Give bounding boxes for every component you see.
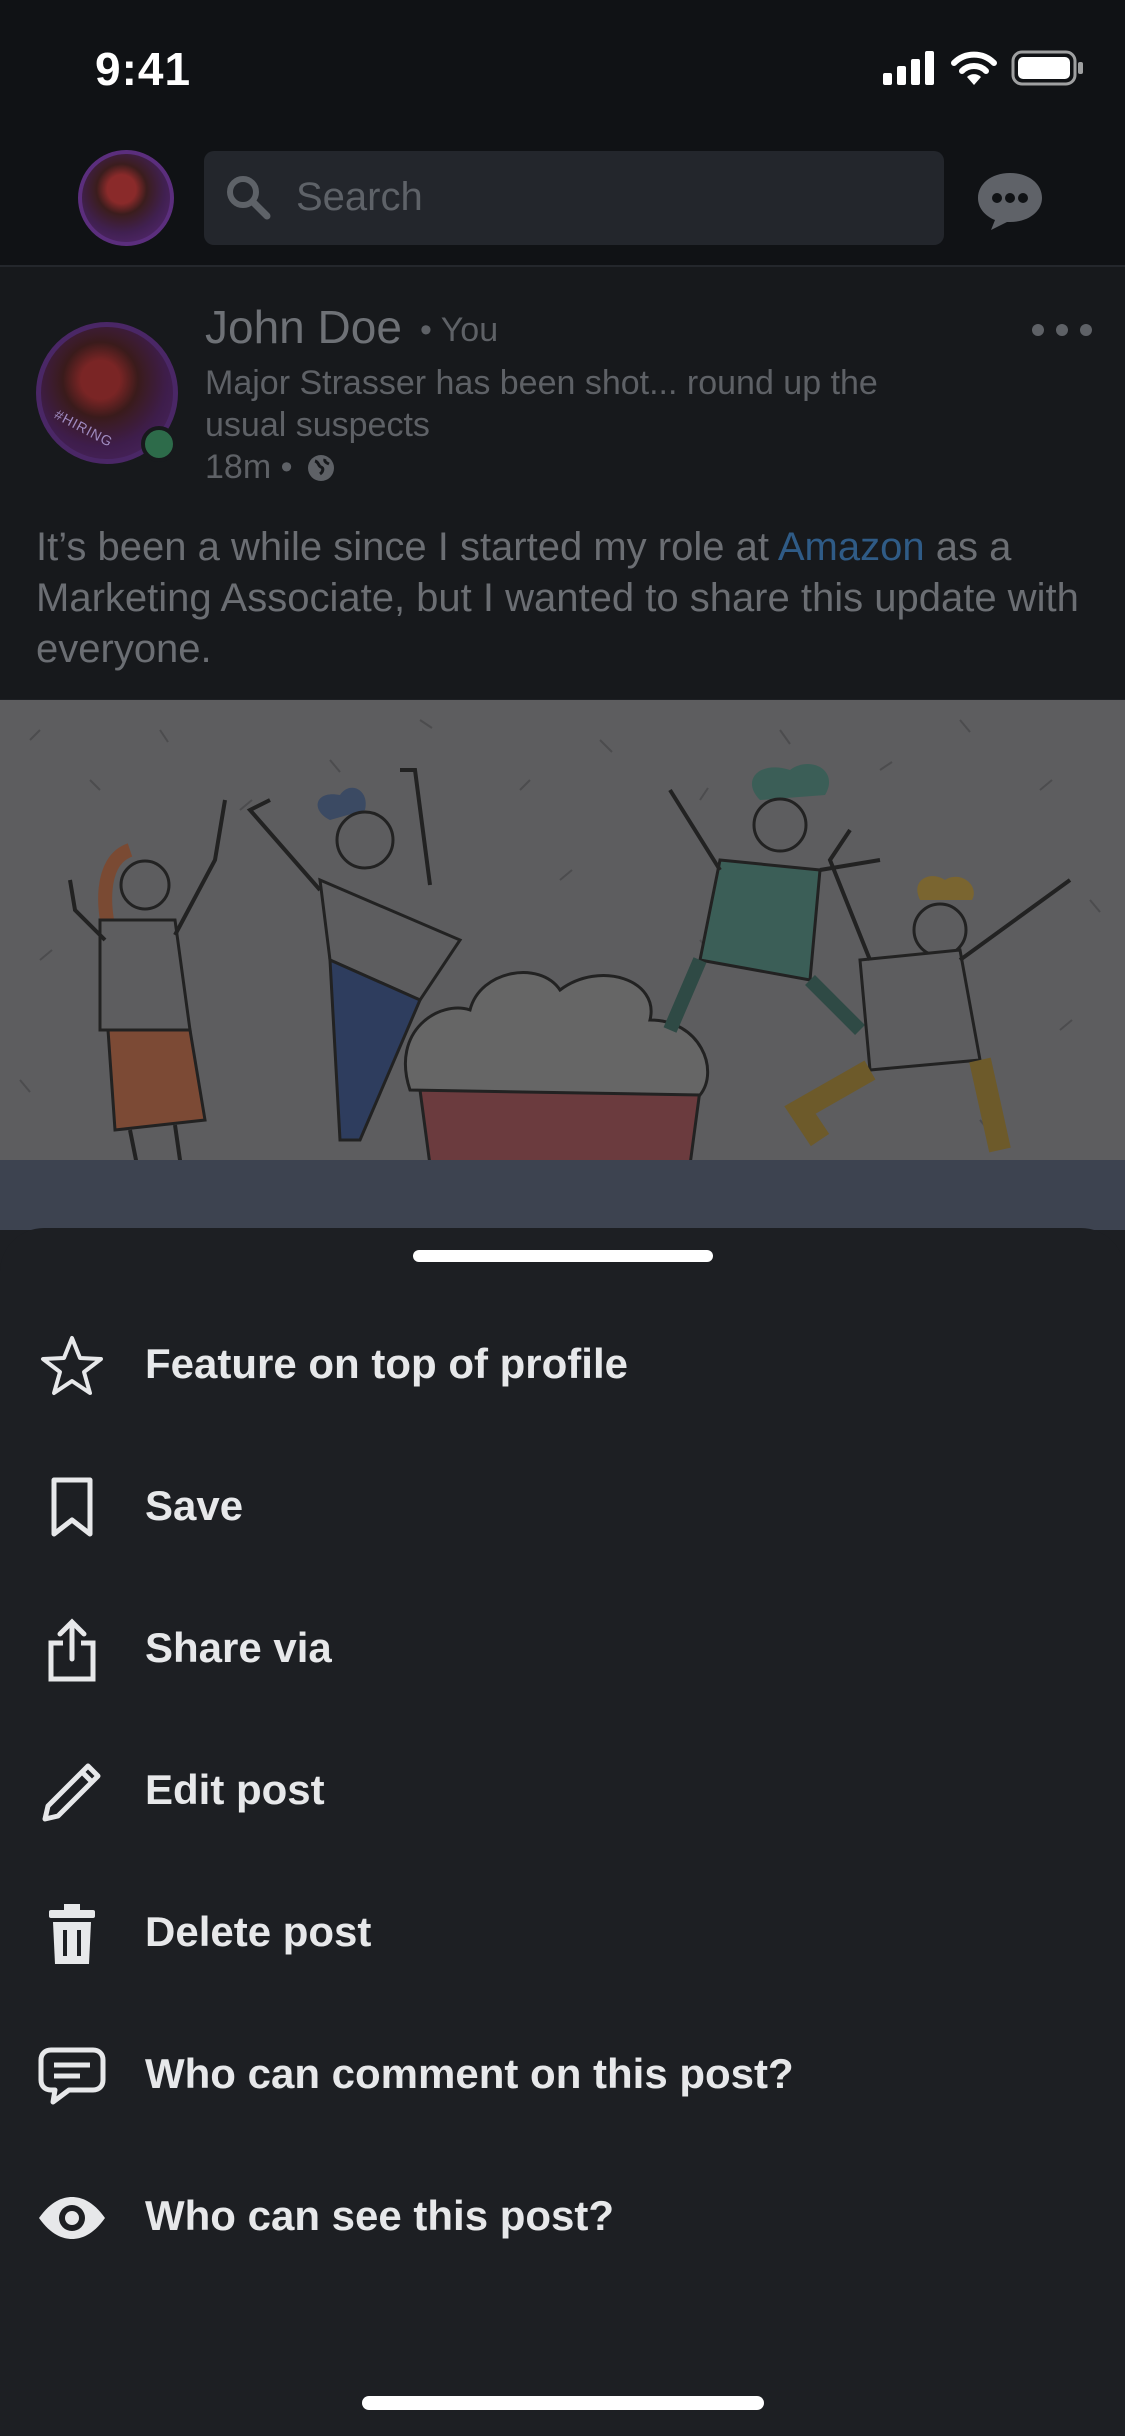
menu-item-label: Edit post: [145, 1766, 325, 1813]
battery-icon: [1011, 50, 1083, 86]
messaging-icon[interactable]: [975, 170, 1045, 232]
bookmark-icon: [36, 1472, 108, 1544]
author-name[interactable]: John Doe: [205, 300, 402, 354]
screen: 9:41 Search #HIRING John Doe • You Major…: [0, 0, 1125, 2436]
search-input[interactable]: Search: [204, 151, 944, 245]
menu-item-share-via[interactable]: Share via: [0, 1578, 1125, 1720]
eye-icon: [36, 2182, 108, 2254]
post-time: 18m •: [205, 448, 293, 486]
profile-avatar[interactable]: [78, 150, 174, 246]
share-icon: [36, 1614, 108, 1686]
menu-item-save[interactable]: Save: [0, 1436, 1125, 1578]
status-time: 9:41: [95, 43, 192, 95]
post-meta: 18m •: [205, 448, 337, 487]
home-indicator[interactable]: [362, 2396, 764, 2410]
menu-item-label: Delete post: [145, 1908, 372, 1955]
trash-icon: [36, 1898, 108, 1970]
post-body: It’s been a while since I started my rol…: [36, 522, 1096, 675]
sheet-grabber-handle[interactable]: [413, 1250, 713, 1262]
menu-item-feature-on-profile[interactable]: Feature on top of profile: [0, 1294, 1125, 1436]
search-placeholder: Search: [296, 175, 423, 219]
illustration-floor: [0, 1160, 1125, 1230]
comment-icon: [36, 2040, 108, 2112]
menu-item-label: Who can see this post?: [145, 2192, 615, 2239]
menu-item-who-can-comment[interactable]: Who can comment on this post?: [0, 2004, 1125, 2146]
menu-item-label: Who can comment on this post?: [145, 2050, 794, 2097]
post-image[interactable]: [0, 700, 1125, 1230]
celebration-illustration: [0, 700, 1125, 1230]
menu-item-who-can-see[interactable]: Who can see this post?: [0, 2146, 1125, 2288]
cellular-signal-icon: [883, 51, 934, 85]
pencil-icon: [36, 1756, 108, 1828]
menu-item-edit-post[interactable]: Edit post: [0, 1720, 1125, 1862]
more-options-icon[interactable]: [1030, 320, 1094, 340]
status-icons: [883, 48, 1085, 88]
company-mention-link[interactable]: Amazon: [778, 525, 925, 569]
online-status-dot: [141, 426, 177, 462]
menu-item-delete-post[interactable]: Delete post: [0, 1862, 1125, 2004]
author-relation: • You: [420, 311, 499, 349]
author-headline: Major Strasser has been shot... round up…: [205, 364, 878, 444]
star-icon: [36, 1330, 108, 1402]
post-text-before: It’s been a while since I started my rol…: [36, 525, 778, 569]
globe-icon: [307, 454, 334, 481]
menu-item-label: Save: [145, 1482, 244, 1529]
status-bar: 9:41: [0, 0, 1125, 140]
search-icon: [227, 176, 271, 220]
wifi-icon: [951, 51, 997, 85]
menu-item-label: Share via: [145, 1624, 332, 1671]
menu-item-label: Feature on top of profile: [145, 1340, 628, 1387]
